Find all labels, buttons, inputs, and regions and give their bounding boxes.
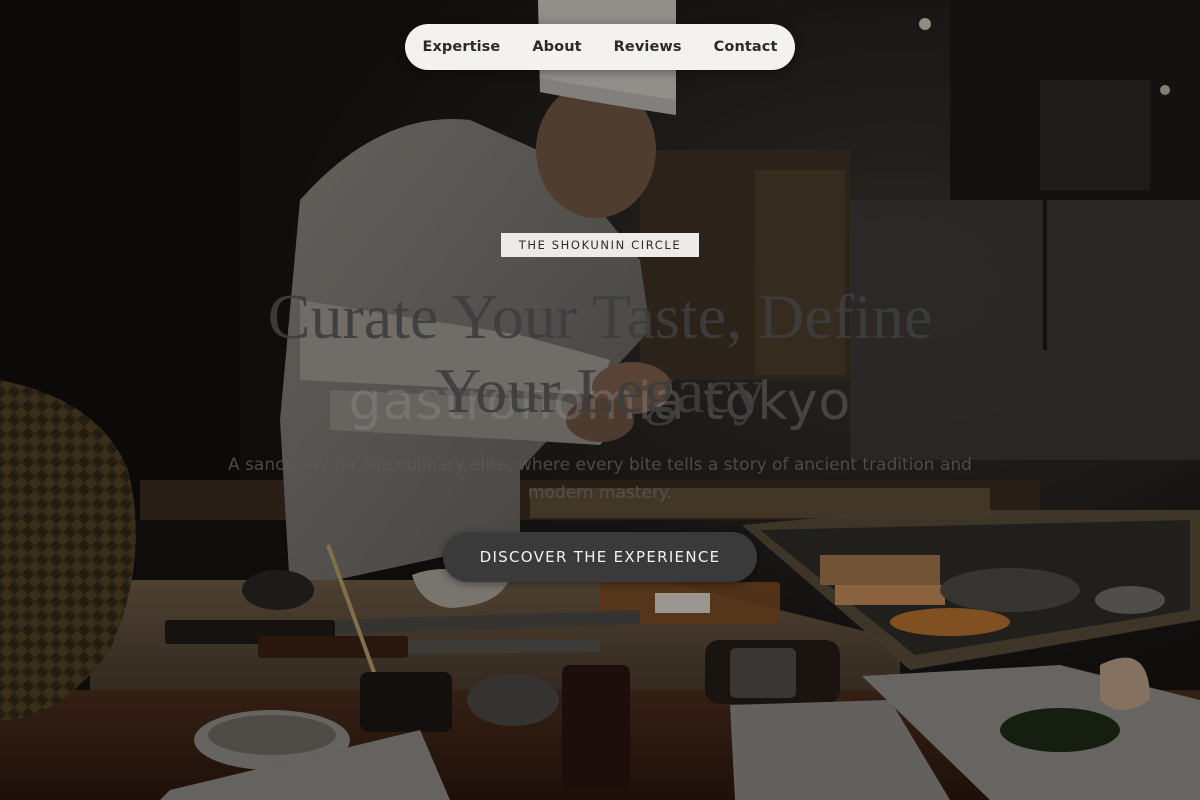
hero-section: Expertise About Reviews Contact THE SHOK…	[0, 0, 1200, 800]
top-nav: Expertise About Reviews Contact	[405, 24, 795, 70]
discover-experience-button[interactable]: DISCOVER THE EXPERIENCE	[443, 532, 757, 582]
eyebrow-badge: THE SHOKUNIN CIRCLE	[501, 233, 699, 257]
nav-link-contact[interactable]: Contact	[714, 39, 778, 55]
nav-link-about[interactable]: About	[532, 39, 581, 55]
nav-link-expertise[interactable]: Expertise	[422, 39, 500, 55]
hero-subtitle: A sanctuary for the culinary elite, wher…	[170, 451, 1030, 507]
hero-subtitle-line-1: A sanctuary for the culinary elite, wher…	[228, 455, 972, 475]
hero-subtitle-line-2: modern mastery.	[527, 483, 673, 503]
hero-headline-line-1: Curate Your Taste, Define	[267, 281, 933, 352]
hero-headline: Curate Your Taste, Define Your Legacy	[180, 280, 1020, 428]
hero-headline-line-2: Your Legacy	[435, 355, 765, 426]
nav-link-reviews[interactable]: Reviews	[614, 39, 682, 55]
